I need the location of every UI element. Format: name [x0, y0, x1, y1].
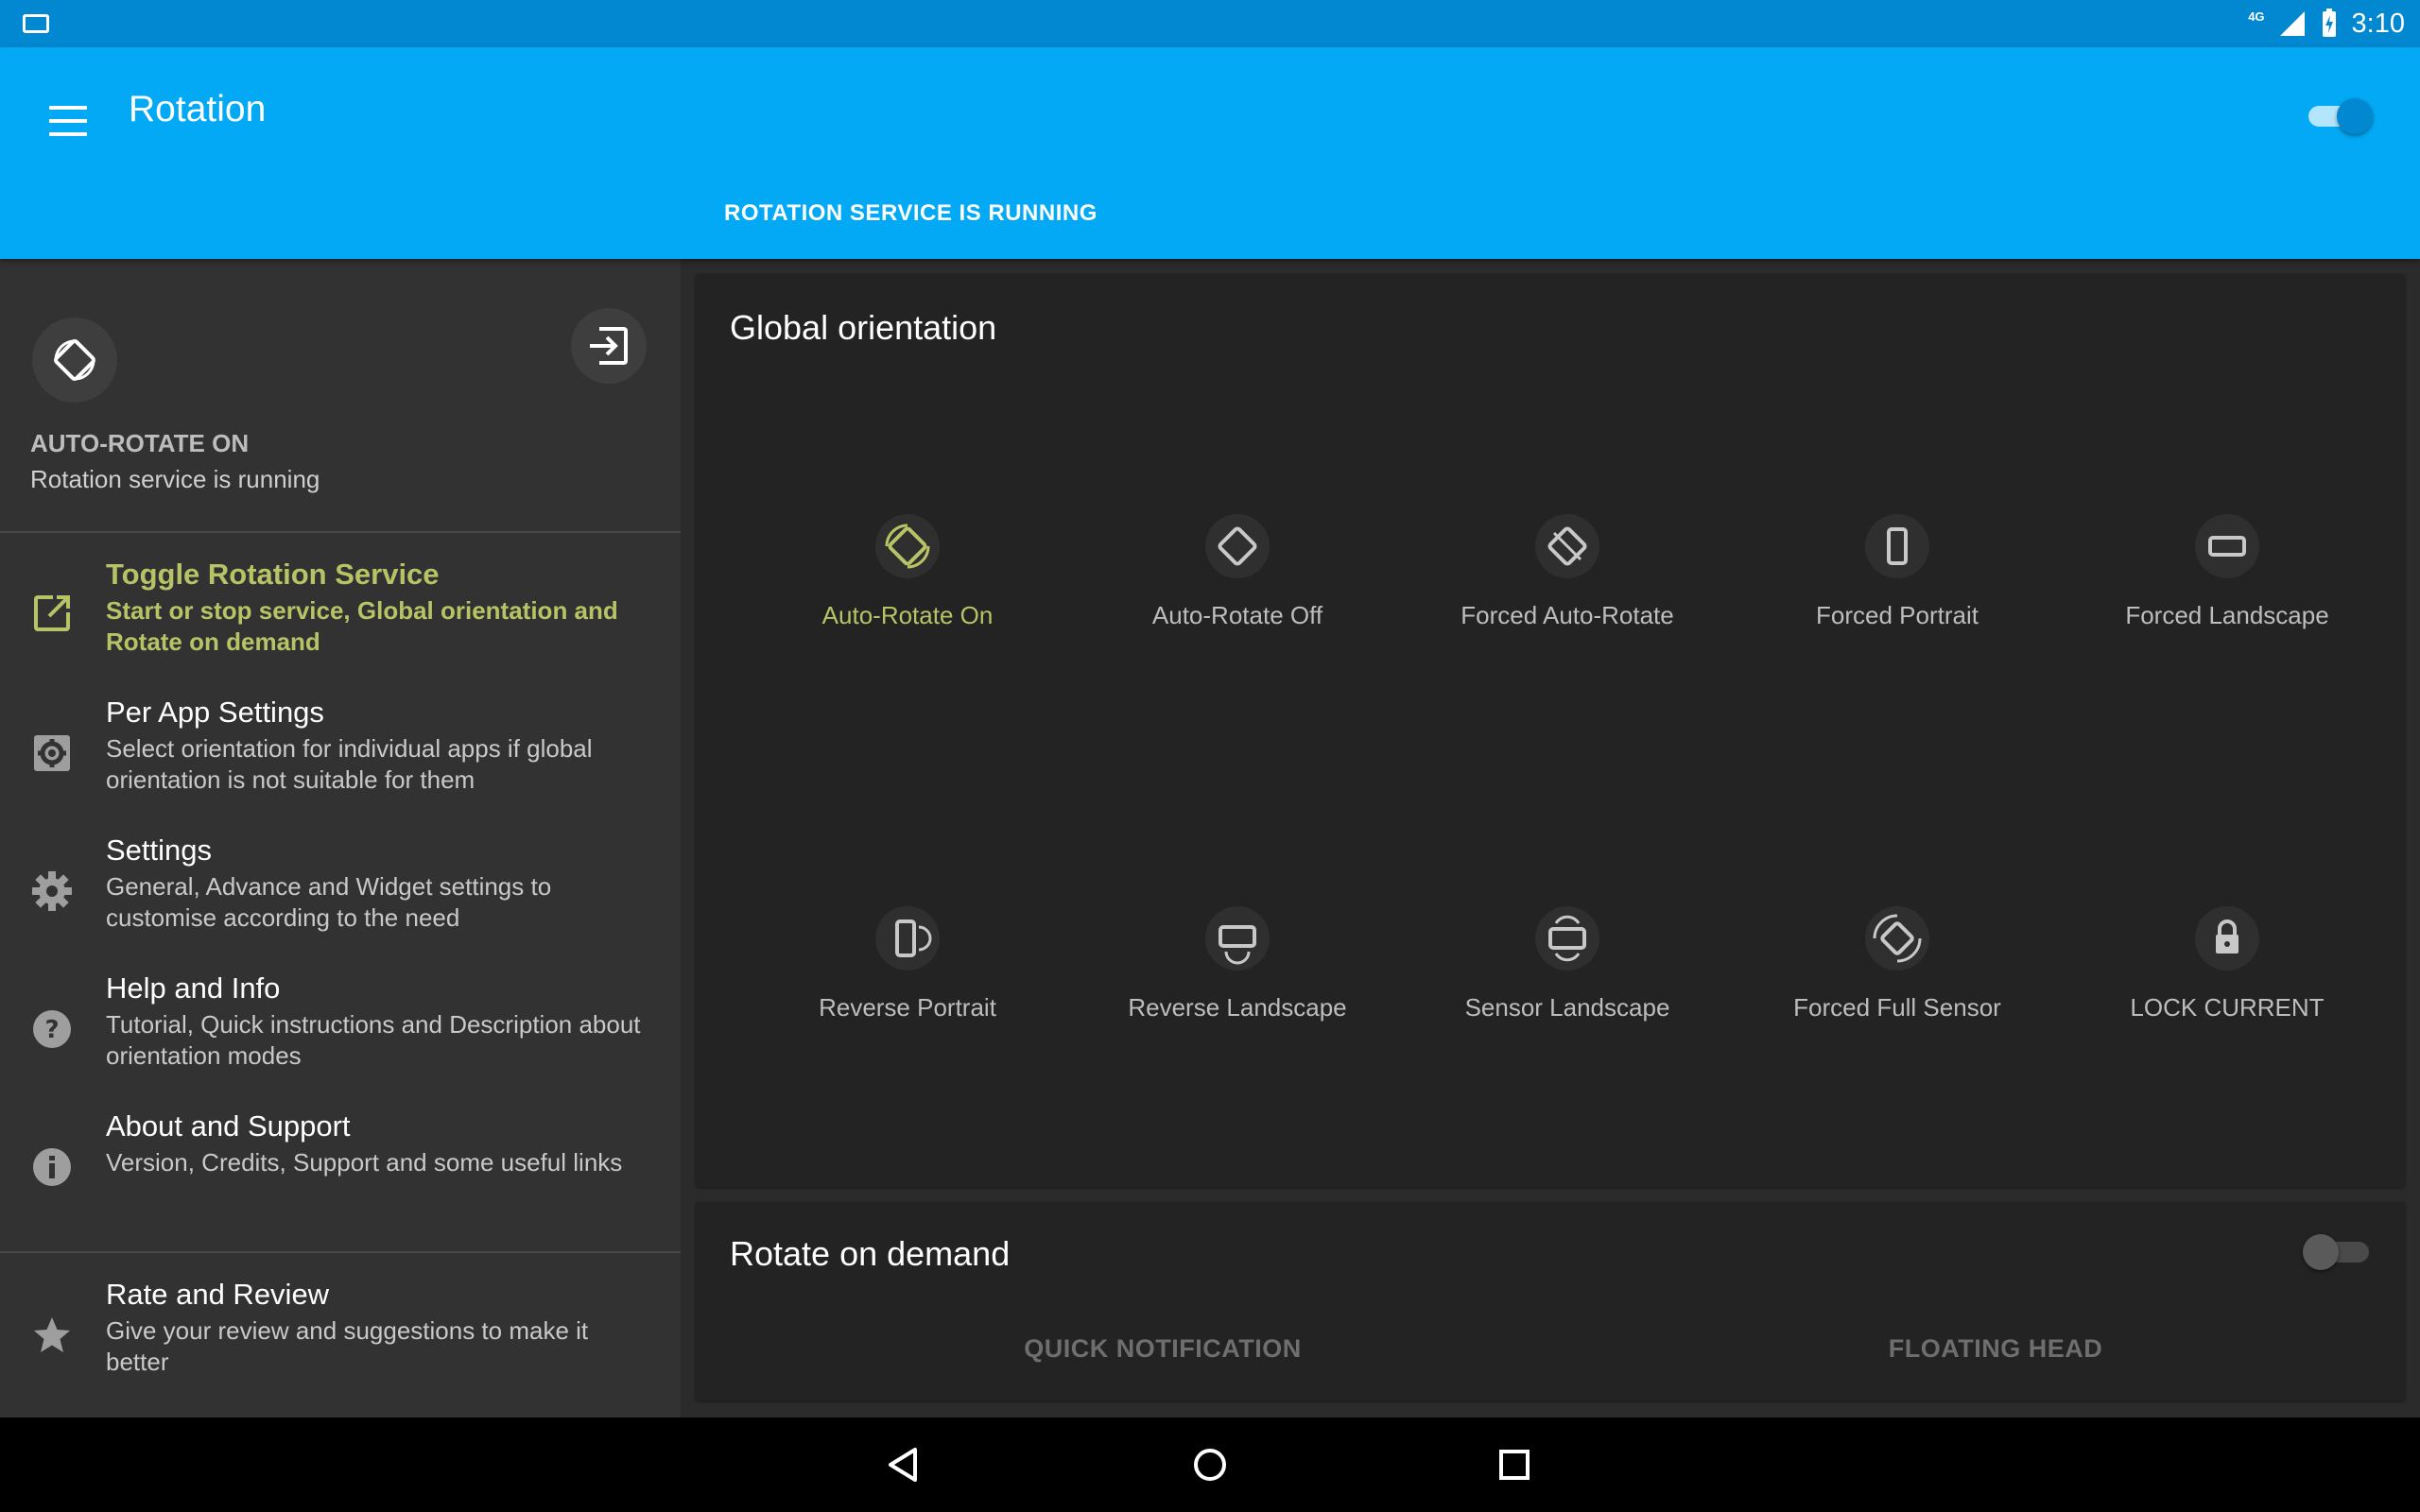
nav-title: About and Support [106, 1109, 351, 1143]
rotate-on-demand-toggle[interactable] [2303, 1228, 2378, 1276]
nav-desc: Give your review and suggestions to make… [106, 1316, 589, 1376]
nav-title: Toggle Rotation Service [106, 558, 440, 591]
option-label: Forced Landscape [2125, 601, 2329, 629]
option-forced-full-sensor[interactable]: Forced Full Sensor [1755, 902, 2039, 1035]
nav-desc: General, Advance and Widget settings to … [106, 872, 552, 932]
menu-icon-bar [49, 119, 87, 123]
nav-title: Settings [106, 833, 213, 867]
option-sensor-landscape[interactable]: Sensor Landscape [1426, 902, 1709, 1035]
option-auto-rotate-on[interactable]: Auto-Rotate On [766, 510, 1049, 643]
menu-button[interactable] [42, 94, 95, 147]
option-reverse-landscape[interactable]: Reverse Landscape [1096, 902, 1379, 1035]
nav-desc: Select orientation for individual apps i… [106, 734, 593, 794]
nav-title: Help and Info [106, 971, 281, 1005]
open-in-new-icon [34, 595, 70, 631]
navigation-drawer: AUTO-ROTATE ON Rotation service is runni… [0, 259, 681, 1418]
main-content: Global orientation Auto-Rotate On Auto-R… [681, 259, 2420, 1418]
option-auto-rotate-off[interactable]: Auto-Rotate Off [1096, 510, 1379, 643]
option-reverse-portrait[interactable]: Reverse Portrait [766, 902, 1049, 1035]
forced-auto-rotate-icon [1535, 514, 1599, 578]
screen-icon [23, 14, 49, 33]
landscape-icon [2195, 514, 2259, 578]
help-icon: ? [33, 1010, 71, 1048]
rotate-on-demand-card: Rotate on demand QUICK NOTIFICATION FLOA… [696, 1202, 2405, 1400]
menu-icon-bar [49, 132, 87, 136]
svg-text:?: ? [44, 1016, 59, 1044]
battery-charging-icon [2322, 9, 2336, 37]
info-icon [33, 1148, 71, 1186]
service-status-text: ROTATION SERVICE IS RUNNING [724, 200, 1098, 226]
quick-notification-button[interactable]: QUICK NOTIFICATION [974, 1334, 1352, 1364]
option-label: Forced Auto-Rotate [1461, 601, 1674, 629]
nav-about-and-support[interactable]: About and Support Version, Credits, Supp… [0, 1109, 681, 1242]
status-bar: 4G 3:10 [0, 0, 2420, 47]
toggle-thumb [2337, 98, 2373, 134]
system-navigation-bar [0, 1418, 2420, 1512]
nav-desc: Tutorial, Quick instructions and Descrip… [106, 1010, 641, 1070]
nav-rate-and-review[interactable]: Rate and Review Give your review and sug… [0, 1278, 681, 1410]
back-button[interactable] [875, 1436, 932, 1493]
nav-title: Rate and Review [106, 1278, 330, 1311]
exit-icon [590, 327, 628, 365]
star-icon [34, 1317, 70, 1352]
divider [0, 531, 681, 533]
floating-head-button[interactable]: FLOATING HEAD [1806, 1334, 2185, 1364]
gear-icon [32, 871, 72, 911]
auto-rotate-on-icon [875, 514, 940, 578]
option-lock-current[interactable]: LOCK CURRENT [2085, 902, 2369, 1035]
nav-per-app-settings[interactable]: Per App Settings Select orientation for … [0, 696, 681, 828]
option-label: LOCK CURRENT [2130, 993, 2325, 1022]
auto-rotate-on-icon [32, 318, 117, 403]
option-forced-portrait[interactable]: Forced Portrait [1755, 510, 2039, 643]
full-sensor-icon [1865, 906, 1929, 971]
service-toggle[interactable] [2305, 93, 2377, 138]
rotate-on-demand-title: Rotate on demand [730, 1234, 1011, 1273]
nav-settings[interactable]: Settings General, Advance and Widget set… [0, 833, 681, 966]
app-settings-icon [34, 735, 70, 771]
nav-desc: Start or stop service, Global orientatio… [106, 596, 618, 656]
signal-icon [2279, 11, 2305, 36]
lock-icon [2195, 906, 2259, 971]
current-mode: AUTO-ROTATE ON [30, 429, 250, 457]
menu-icon [49, 106, 87, 110]
app-bar: Rotation ROTATION SERVICE IS RUNNING [0, 47, 2420, 259]
reverse-portrait-icon [875, 906, 940, 971]
option-label: Auto-Rotate On [821, 601, 994, 629]
global-orientation-card: Global orientation Auto-Rotate On Auto-R… [696, 274, 2405, 1187]
option-label: Reverse Portrait [819, 993, 996, 1022]
clock: 3:10 [2351, 8, 2405, 39]
nav-title: Per App Settings [106, 696, 324, 729]
sensor-landscape-icon [1535, 906, 1599, 971]
option-label: Sensor Landscape [1464, 993, 1670, 1022]
toggle-thumb [2303, 1234, 2339, 1270]
option-forced-landscape[interactable]: Forced Landscape [2085, 510, 2369, 643]
option-label: Reverse Landscape [1128, 993, 1347, 1022]
network-type: 4G [2248, 9, 2265, 24]
home-button[interactable] [1182, 1436, 1238, 1493]
current-mode-subtitle: Rotation service is running [30, 465, 320, 493]
global-orientation-title: Global orientation [730, 308, 997, 347]
option-label: Auto-Rotate Off [1151, 601, 1323, 629]
auto-rotate-off-icon [1205, 514, 1270, 578]
nav-help-and-info[interactable]: ? Help and Info Tutorial, Quick instruct… [0, 971, 681, 1104]
exit-button[interactable] [571, 308, 647, 384]
option-label: Forced Portrait [1816, 601, 1979, 629]
app-title: Rotation [129, 89, 267, 129]
nav-toggle-rotation-service[interactable]: Toggle Rotation Service Start or stop se… [0, 558, 681, 690]
reverse-landscape-icon [1205, 906, 1270, 971]
divider [0, 1251, 681, 1253]
option-label: Forced Full Sensor [1793, 993, 2001, 1022]
portrait-icon [1865, 514, 1929, 578]
nav-desc: Version, Credits, Support and some usefu… [106, 1148, 623, 1177]
recents-button[interactable] [1486, 1436, 1543, 1493]
option-forced-auto-rotate[interactable]: Forced Auto-Rotate [1426, 510, 1709, 643]
